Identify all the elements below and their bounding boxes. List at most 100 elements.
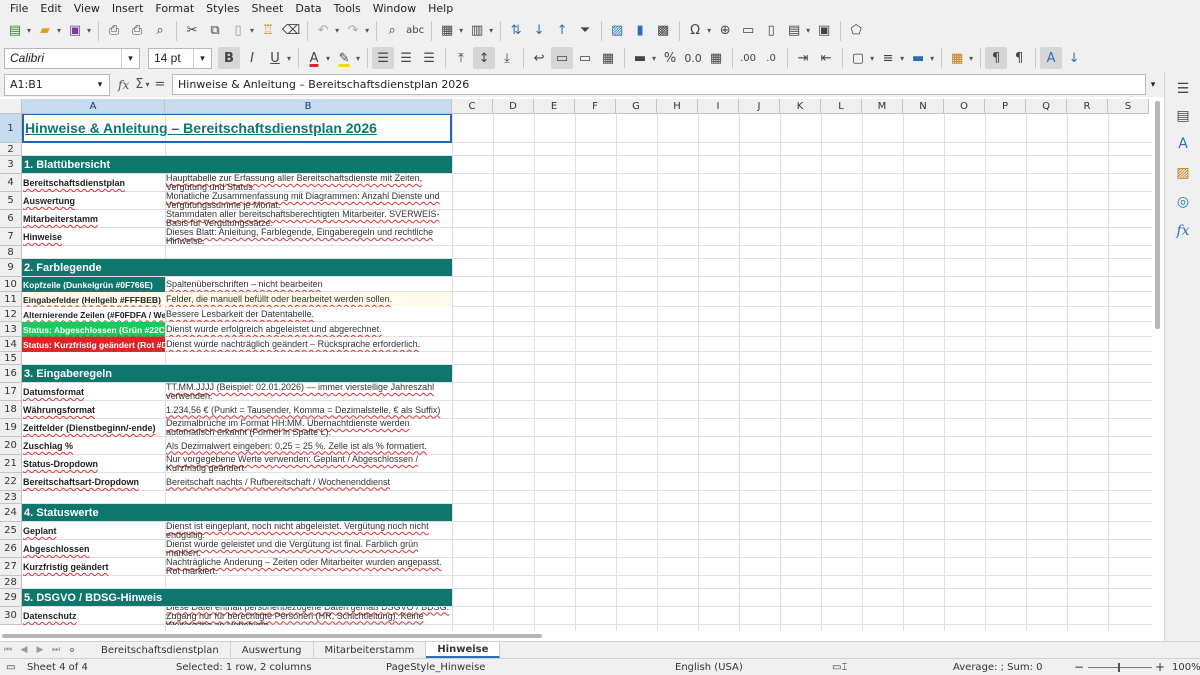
open-dropdown-arrow[interactable]: ▾ xyxy=(57,26,61,35)
description-cell[interactable]: Dienst wurde erfolgreich abgeleistet und… xyxy=(165,322,452,337)
unmerge-cells-icon[interactable]: ▦ xyxy=(597,47,619,69)
label-cell[interactable]: Status: Abgeschlossen (Grün #22C55E) xyxy=(22,322,165,337)
new-dropdown-arrow[interactable]: ▾ xyxy=(27,26,31,35)
spelling-icon[interactable]: abc xyxy=(404,20,426,42)
row-header-8[interactable]: 8 xyxy=(0,246,22,259)
row-header-12[interactable]: 12 xyxy=(0,307,22,322)
description-cell[interactable]: Bessere Lesbarkeit der Datentabelle. xyxy=(165,307,452,322)
column-header-s[interactable]: S xyxy=(1108,99,1149,114)
bold-icon[interactable]: B xyxy=(218,47,240,69)
freeze-rows-columns-icon[interactable]: ▣ xyxy=(813,20,835,42)
row-header-17[interactable]: 17 xyxy=(0,383,22,401)
row-header-27[interactable]: 27 xyxy=(0,558,22,576)
spreadsheet-grid[interactable]: A B C D E F G H I J K L M N O P Q R S 1 Hinweise & Anleitung… xyxy=(0,99,1152,631)
decrease-indent-icon[interactable]: ⇤ xyxy=(815,47,837,69)
paste-dropdown-arrow[interactable]: ▾ xyxy=(250,26,254,35)
border-color-icon[interactable]: ▬ xyxy=(907,47,929,69)
increase-indent-icon[interactable]: ⇥ xyxy=(792,47,814,69)
sum-dropdown-arrow[interactable]: ▾ xyxy=(145,80,149,89)
comment-icon[interactable]: ▭ xyxy=(737,20,759,42)
menu-view[interactable]: View xyxy=(68,2,106,15)
row-header-19[interactable]: 19 xyxy=(0,419,22,437)
row-header-28[interactable]: 28 xyxy=(0,576,22,589)
row-header-4[interactable]: 4 xyxy=(0,174,22,192)
page-style[interactable]: PageStyle_Hinweise xyxy=(386,662,485,673)
align-top-icon[interactable]: ⤒ xyxy=(450,47,472,69)
font-color-dropdown-arrow[interactable]: ▾ xyxy=(326,54,330,63)
number-format-icon[interactable]: 0.0 xyxy=(682,47,704,69)
print-preview-icon[interactable]: ⌕ xyxy=(149,20,171,42)
cut-icon[interactable]: ✂ xyxy=(181,20,203,42)
headers-footers-icon[interactable]: ▯ xyxy=(760,20,782,42)
vertical-scrollbar[interactable] xyxy=(1152,99,1164,631)
row-header-15[interactable]: 15 xyxy=(0,352,22,365)
label-cell[interactable]: Eingabefelder (Hellgelb #FFFBEB) xyxy=(22,292,165,307)
undo-dropdown-arrow[interactable]: ▾ xyxy=(335,26,339,35)
row-header-22[interactable]: 22 xyxy=(0,473,22,491)
redo-dropdown-arrow[interactable]: ▾ xyxy=(365,26,369,35)
column-header-j[interactable]: J xyxy=(739,99,780,114)
percent-format-icon[interactable]: % xyxy=(659,47,681,69)
font-size-box[interactable]: 14 pt ▾ xyxy=(148,47,212,69)
conditional-dropdown-arrow[interactable]: ▾ xyxy=(969,54,973,63)
column-header-c[interactable]: C xyxy=(452,99,493,114)
menu-file[interactable]: File xyxy=(4,2,34,15)
new-document-icon[interactable]: ▤ xyxy=(4,20,26,42)
sheet-tab-bereitschaftsdienstplan[interactable]: Bereitschaftsdienstplan xyxy=(90,642,231,658)
menu-insert[interactable]: Insert xyxy=(106,2,150,15)
label-cell[interactable]: Alternierende Zeilen (#F0FDFA / Weiß) xyxy=(22,307,165,322)
date-format-icon[interactable]: ▦ xyxy=(705,47,727,69)
column-header-h[interactable]: H xyxy=(657,99,698,114)
description-cell[interactable]: Felder, die manuell befüllt oder bearbei… xyxy=(165,292,452,307)
insert-image-icon[interactable]: ▨ xyxy=(606,20,628,42)
description-cell[interactable]: Haupttabelle zur Erfassung aller Bereits… xyxy=(165,174,452,192)
description-cell[interactable]: Stammdaten aller bereitschaftsberechtigt… xyxy=(165,210,452,228)
row-header-5[interactable]: 5 xyxy=(0,192,22,210)
formula-icon[interactable]: = xyxy=(154,77,165,92)
row-header-29[interactable]: 29 xyxy=(0,589,22,607)
section-header[interactable]: 1. Blattübersicht xyxy=(22,156,452,173)
label-cell[interactable]: Geplant xyxy=(22,522,165,540)
rtl-icon[interactable]: ¶ xyxy=(1008,47,1030,69)
sort-icon[interactable]: ⇅ xyxy=(505,20,527,42)
label-cell[interactable]: Datenschutz xyxy=(22,607,165,625)
row-header-18[interactable]: 18 xyxy=(0,401,22,419)
section-header[interactable]: 3. Eingaberegeln xyxy=(22,365,452,382)
row-header-25[interactable]: 25 xyxy=(0,522,22,540)
column-header-k[interactable]: K xyxy=(780,99,821,114)
sort-ascending-icon[interactable]: ↓ xyxy=(528,20,550,42)
description-cell[interactable]: TT.MM.JJJJ (Beispiel: 02.01.2026) — imme… xyxy=(165,383,452,401)
row-header-6[interactable]: 6 xyxy=(0,210,22,228)
zoom-out-icon[interactable]: − xyxy=(1074,660,1084,674)
styles-icon[interactable]: A xyxy=(1174,135,1192,153)
label-cell[interactable]: Abgeschlossen xyxy=(22,540,165,558)
row-header-1[interactable]: 1 xyxy=(0,114,22,143)
description-cell[interactable]: Nur vorgegebene Werte verwenden: Geplant… xyxy=(165,455,452,473)
borders-dropdown-arrow[interactable]: ▾ xyxy=(870,54,874,63)
column-header-o[interactable]: O xyxy=(944,99,985,114)
special-character-dropdown-arrow[interactable]: ▾ xyxy=(707,26,711,35)
print-area-dropdown-arrow[interactable]: ▾ xyxy=(806,26,810,35)
zoom-in-icon[interactable]: + xyxy=(1155,660,1165,674)
column-icon[interactable]: ▥ xyxy=(466,20,488,42)
add-decimal-icon[interactable]: .00 xyxy=(737,47,759,69)
currency-format-icon[interactable]: ▬ xyxy=(629,47,651,69)
description-cell[interactable]: Spaltenüberschriften – nicht bearbeiten xyxy=(165,277,452,292)
select-all-corner[interactable] xyxy=(0,99,22,114)
sheet-title-cell[interactable]: Hinweise & Anleitung – Bereitschaftsdien… xyxy=(22,114,452,143)
column-dropdown-arrow[interactable]: ▾ xyxy=(489,26,493,35)
draw-shapes-icon[interactable]: ⬠ xyxy=(845,20,867,42)
menu-window[interactable]: Window xyxy=(367,2,422,15)
name-box[interactable]: A1:B1 ▾ xyxy=(4,73,110,96)
description-cell[interactable]: Nachträgliche Änderung – Zeiten oder Mit… xyxy=(165,558,452,576)
column-header-n[interactable]: N xyxy=(903,99,944,114)
column-header-a[interactable]: A xyxy=(22,99,165,114)
row-dropdown-arrow[interactable]: ▾ xyxy=(459,26,463,35)
delete-decimal-icon[interactable]: .0 xyxy=(760,47,782,69)
section-header[interactable]: 4. Statuswerte xyxy=(22,504,452,521)
column-header-r[interactable]: R xyxy=(1067,99,1108,114)
description-cell[interactable]: Monatliche Zusammenfassung mit Diagramme… xyxy=(165,192,452,210)
export-pdf-icon[interactable]: ⎙ xyxy=(103,20,125,42)
align-right-icon[interactable]: ☰ xyxy=(418,47,440,69)
special-character-icon[interactable]: Ω xyxy=(684,20,706,42)
